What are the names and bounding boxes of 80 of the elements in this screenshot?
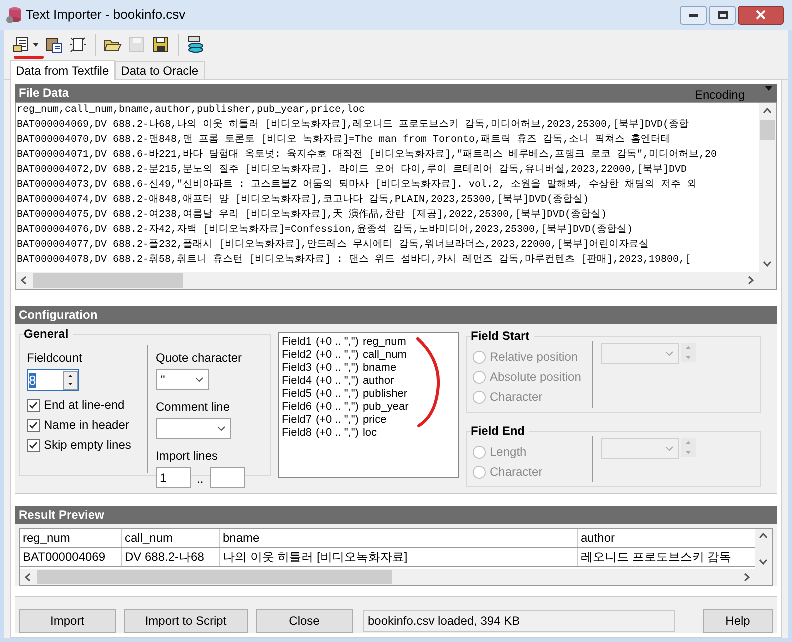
input-field[interactable] bbox=[210, 467, 245, 488]
column-header[interactable]: call_num bbox=[122, 529, 220, 547]
underline-mark bbox=[14, 56, 44, 60]
database-icon bbox=[6, 6, 22, 24]
section-title: Result Preview bbox=[19, 507, 104, 524]
field-list-item[interactable]: Field8 (+0 .. ",") loc bbox=[282, 427, 458, 440]
text-line: BAT000004077,DV 688.2-플232,플래시 [비디오녹화자료],안드레스 무시에티 감독,워너브라더스,2023,22000,[북부]어린이자료실 bbox=[17, 238, 650, 253]
spin-field[interactable]: 8 bbox=[27, 369, 79, 391]
spin-buttons[interactable] bbox=[63, 370, 78, 390]
action-button[interactable]: Close bbox=[256, 609, 353, 633]
column-header[interactable]: bname bbox=[220, 529, 578, 547]
field-list-item[interactable]: Field6 (+0 .. ",") pub_year bbox=[282, 401, 458, 414]
horizontal-scrollbar[interactable] bbox=[16, 272, 776, 289]
close-button[interactable] bbox=[738, 6, 784, 24]
tab[interactable]: Data to Oracle bbox=[115, 61, 205, 79]
vertical-scrollbar[interactable] bbox=[759, 103, 776, 272]
column-header[interactable]: reg_num bbox=[20, 529, 122, 547]
table-cell: 나의 이웃 히틀러 [비디오녹화자료] bbox=[220, 548, 578, 566]
radio-label: Relative position bbox=[490, 349, 578, 366]
field-list-item[interactable]: Field1 (+0 .. ",") reg_num bbox=[282, 336, 458, 349]
chevron-icon bbox=[665, 446, 674, 452]
help-button[interactable]: Help bbox=[703, 609, 773, 633]
field-list-item[interactable]: Field7 (+0 .. ",") price bbox=[282, 414, 458, 427]
checkbox[interactable] bbox=[27, 438, 40, 452]
range-separator: .. bbox=[197, 471, 204, 488]
encoding-label: Encoding bbox=[694, 88, 745, 102]
table-cell: BAT000004069 bbox=[20, 548, 122, 566]
maximize-button[interactable] bbox=[709, 6, 736, 24]
caret-icon[interactable] bbox=[32, 42, 40, 48]
checkbox-label: Skip empty lines bbox=[44, 437, 132, 454]
radio-label: Absolute position bbox=[490, 369, 582, 386]
text-line: BAT000004072,DV 688.2-분215,분노의 질주 [비디오녹화자료]. 라이드 오어 다이,루이 르테리어 감독,유니버셜,2023,22000,[북부]DVD bbox=[17, 164, 688, 178]
dropdown[interactable] bbox=[156, 418, 231, 439]
close-icon bbox=[756, 10, 766, 20]
action-button[interactable]: Import bbox=[19, 609, 116, 633]
save-icon[interactable] bbox=[151, 35, 171, 55]
text-line: BAT000004074,DV 688.2-애848,애프터 양 [비디오녹화자료],코고나다 감독,PLAIN,2023,25300,[북부]DVD(종합실) bbox=[17, 194, 590, 208]
field-list-item[interactable]: Field5 (+0 .. ",") publisher bbox=[282, 388, 458, 401]
radio-label: Character bbox=[490, 464, 543, 481]
vertical-scrollbar[interactable] bbox=[755, 529, 772, 569]
field-label: Import lines bbox=[156, 448, 220, 465]
field-list[interactable] bbox=[278, 332, 459, 478]
chevron-icon bbox=[217, 426, 226, 432]
horizontal-scrollbar[interactable] bbox=[20, 569, 772, 585]
text-line: BAT000004075,DV 688.2-여238,여름날 우리 [비디오녹화자료],天 演作品,찬란 [제공],2022,25300,[북부]DVD(종합실) bbox=[17, 208, 608, 223]
text-line: BAT000004076,DV 688.2-자42,자백 [비디오녹화자료]=Confession,윤종석 감독,노바미디어,2023,25300,[북부]DVD(종합실) bbox=[17, 224, 634, 238]
text-line: BAT000004078,DV 688.2-휘58,휘트니 휴스턴 [비디오녹화자료] : 댄스 위드 섬바디,카시 레먼즈 감독,마루컨텐츠 [판매],2023,19800,[ bbox=[17, 254, 692, 268]
text-line: BAT000004073,DV 688.6-신49,"신비아파트 : 고스트볼Z 어둠의 퇴마사 [비디오녹화자료]. vol.2, 소원을 말해봐, 수상한 채팅의 저주 외 bbox=[17, 178, 698, 193]
field-label: Quote character bbox=[156, 350, 244, 367]
text-line: BAT000004071,DV 688.6-바221,바다 탐험대 옥토넛: 육지수호 대작전 [비디오녹화자료],"패트리스 베루베스,프랭크 로코 감독",미디어허브,20 bbox=[17, 148, 718, 163]
field-label: Fieldcount bbox=[27, 350, 84, 367]
section-title: File Data bbox=[19, 85, 70, 102]
text-area[interactable] bbox=[15, 102, 777, 290]
scroll-thumb[interactable] bbox=[760, 120, 775, 140]
radio-label: Character bbox=[490, 389, 543, 406]
checkbox[interactable] bbox=[27, 398, 40, 412]
minimize-button[interactable] bbox=[680, 6, 707, 24]
checkbox-label: Name in header bbox=[44, 417, 130, 434]
status-text: bookinfo.csv loaded, 394 KB bbox=[363, 610, 675, 632]
tab[interactable]: Data from Textfile bbox=[10, 60, 116, 80]
checkbox[interactable] bbox=[27, 418, 40, 432]
field-list-item[interactable]: Field2 (+0 .. ",") call_num bbox=[282, 349, 458, 362]
field-list-item[interactable]: Field3 (+0 .. ",") bname bbox=[282, 362, 458, 375]
dropdown[interactable]: " bbox=[156, 369, 209, 390]
text-line: BAT000004069,DV 688.2-나68,나의 이웃 히틀러 [비디오녹화자료],레오니드 프로도브스키 감독,미디어허브,2023,25300,[북부]DVD(종합 bbox=[17, 118, 690, 133]
field-list-item[interactable]: Field4 (+0 .. ",") author bbox=[282, 375, 458, 388]
window-title: Text Importer - bookinfo.csv bbox=[26, 6, 186, 24]
table-cell: DV 688.2-나68 bbox=[122, 548, 220, 566]
text-line: reg_num,call_num,bname,author,publisher,pub_year,price,loc bbox=[17, 104, 366, 118]
action-button[interactable]: Import to Script bbox=[124, 609, 248, 633]
checkbox-label: End at line-end bbox=[44, 397, 125, 414]
radio-label: Length bbox=[490, 444, 527, 461]
chevron-icon bbox=[665, 350, 674, 356]
field-label: Comment line bbox=[156, 399, 232, 416]
database-icon[interactable] bbox=[186, 35, 206, 55]
new-document-icon[interactable] bbox=[68, 35, 88, 55]
section-title: Configuration bbox=[19, 307, 98, 324]
text-line: BAT000004070,DV 688.2-맨848,맨 프롬 토론토 [비디오 녹화자료]=The man from Toronto,패트릭 휴즈 감독,소니 픽쳐스 홈엔터테 bbox=[17, 134, 672, 148]
input-field[interactable]: 1 bbox=[156, 467, 191, 488]
chevron-icon bbox=[195, 376, 204, 382]
